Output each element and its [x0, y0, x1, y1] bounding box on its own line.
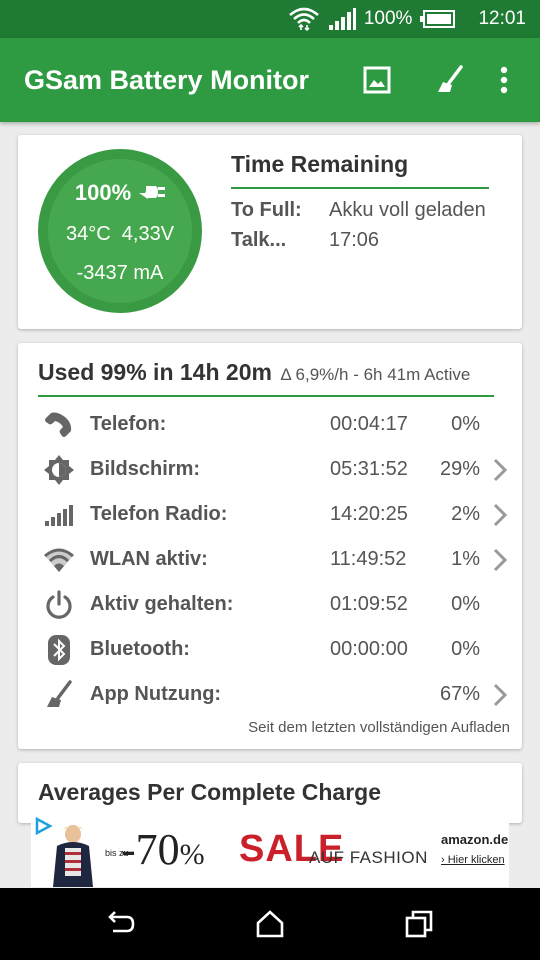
ad-banner[interactable]: bis zu -70% SALE AUF FASHION amazon.de ›… — [31, 814, 509, 887]
cell-signal-icon — [42, 498, 76, 532]
time-remaining-value: Akku voll geladen — [329, 199, 486, 221]
power-icon — [42, 588, 76, 622]
averages-title: Averages Per Complete Charge — [38, 779, 382, 805]
usage-row-label: Bluetooth: — [90, 638, 190, 660]
usage-row-bildschirm[interactable]: Bildschirm: 05:31:52 29% — [18, 447, 522, 492]
usage-row-telefon-radio[interactable]: Telefon Radio: 14:20:25 2% — [18, 492, 522, 537]
usage-row-label: Aktiv gehalten: — [90, 593, 234, 615]
usage-row-telefon[interactable]: Telefon: 00:04:17 0% — [18, 402, 522, 447]
usage-row-percent: 0% — [451, 638, 480, 660]
usage-row-percent: 2% — [451, 503, 480, 525]
usage-row-percent: 1% — [451, 548, 480, 570]
usage-row-label: Telefon: — [90, 413, 167, 435]
wifi-icon — [42, 543, 76, 577]
time-remaining-label: Talk... — [231, 229, 287, 251]
plug-icon — [139, 180, 166, 206]
status-battery-percent: 100% — [363, 8, 413, 29]
battery-current: -3437 mA — [76, 262, 164, 284]
usage-row-aktiv-gehalten[interactable]: Aktiv gehalten: 01:09:52 0% — [18, 582, 522, 627]
battery-card[interactable]: 100% 34°C 4,33V -3437 mA Time Remaining … — [18, 135, 522, 329]
ad-tagline: AUF FASHION — [309, 848, 428, 867]
navigation-bar — [0, 888, 540, 960]
usage-row-wlan[interactable]: WLAN aktiv: 11:49:52 1% — [18, 537, 522, 582]
usage-row-time: 14:20:25 — [330, 503, 408, 525]
usage-row-time: 11:49:52 — [330, 548, 407, 570]
usage-row-percent: 29% — [439, 458, 480, 480]
usage-row-time: 01:09:52 — [330, 593, 408, 615]
usage-row-time: 00:00:00 — [330, 638, 408, 660]
chevron-right-icon — [493, 503, 508, 527]
wifi-icon — [288, 6, 320, 32]
home-icon[interactable] — [248, 902, 292, 946]
time-remaining-label: To Full: — [231, 199, 302, 221]
broom-icon — [42, 678, 76, 712]
chevron-right-icon — [493, 683, 508, 707]
overflow-menu-icon[interactable] — [486, 62, 522, 98]
app-bar: GSam Battery Monitor — [0, 38, 540, 122]
battery-gauge: 100% 34°C 4,33V -3437 mA — [38, 149, 202, 313]
divider — [231, 187, 489, 189]
ad-brand: amazon.de — [441, 832, 509, 847]
image-icon[interactable] — [359, 62, 395, 98]
usage-row-percent: 67% — [439, 683, 480, 705]
status-bar: 100% 12:01 — [0, 0, 540, 38]
usage-headline: Used 99% in 14h 20m Δ 6,9%/h - 6h 41m Ac… — [38, 359, 471, 385]
usage-subline: Δ 6,9%/h - 6h 41m Active — [280, 365, 471, 384]
usage-row-percent: 0% — [451, 593, 480, 615]
bluetooth-icon — [42, 633, 76, 667]
brightness-icon — [42, 453, 76, 487]
usage-row-label: WLAN aktiv: — [90, 548, 208, 570]
status-bar-indicators: 100% 12:01 — [288, 0, 526, 38]
usage-row-time: 05:31:52 — [330, 458, 408, 480]
battery-charging-icon — [420, 10, 456, 28]
battery-temperature: 34°C — [65, 223, 111, 245]
usage-row-time: 00:04:17 — [330, 413, 408, 435]
usage-row-label: Telefon Radio: — [90, 503, 228, 525]
app-title: GSam Battery Monitor — [24, 65, 310, 95]
ad-cta-link[interactable]: › Hier klicken — [441, 854, 505, 866]
time-remaining-title: Time Remaining — [231, 151, 409, 177]
battery-voltage: 4,33V — [121, 223, 175, 245]
usage-row-app-nutzung[interactable]: App Nutzung: 67% — [18, 672, 522, 717]
phone-icon — [42, 408, 76, 442]
usage-row-label: App Nutzung: — [90, 683, 222, 705]
status-time: 12:01 — [478, 8, 526, 29]
signal-icon — [328, 7, 356, 31]
back-icon[interactable] — [98, 902, 142, 946]
usage-row-bluetooth[interactable]: Bluetooth: 00:00:00 0% — [18, 627, 522, 672]
chevron-right-icon — [493, 458, 508, 482]
usage-footer: Seit dem letzten vollständigen Aufladen — [248, 719, 510, 736]
divider — [38, 395, 494, 397]
chevron-right-icon — [493, 548, 508, 572]
usage-row-percent: 0% — [451, 413, 480, 435]
usage-row-label: Bildschirm: — [90, 458, 201, 480]
fashion-model-image — [53, 825, 93, 887]
battery-percent: 100% — [74, 180, 132, 205]
recents-icon[interactable] — [397, 902, 441, 946]
ad-discount: -70% — [121, 825, 205, 874]
usage-card: Used 99% in 14h 20m Δ 6,9%/h - 6h 41m Ac… — [18, 343, 522, 749]
broom-icon[interactable] — [432, 62, 468, 98]
time-remaining-value: 17:06 — [329, 229, 380, 251]
